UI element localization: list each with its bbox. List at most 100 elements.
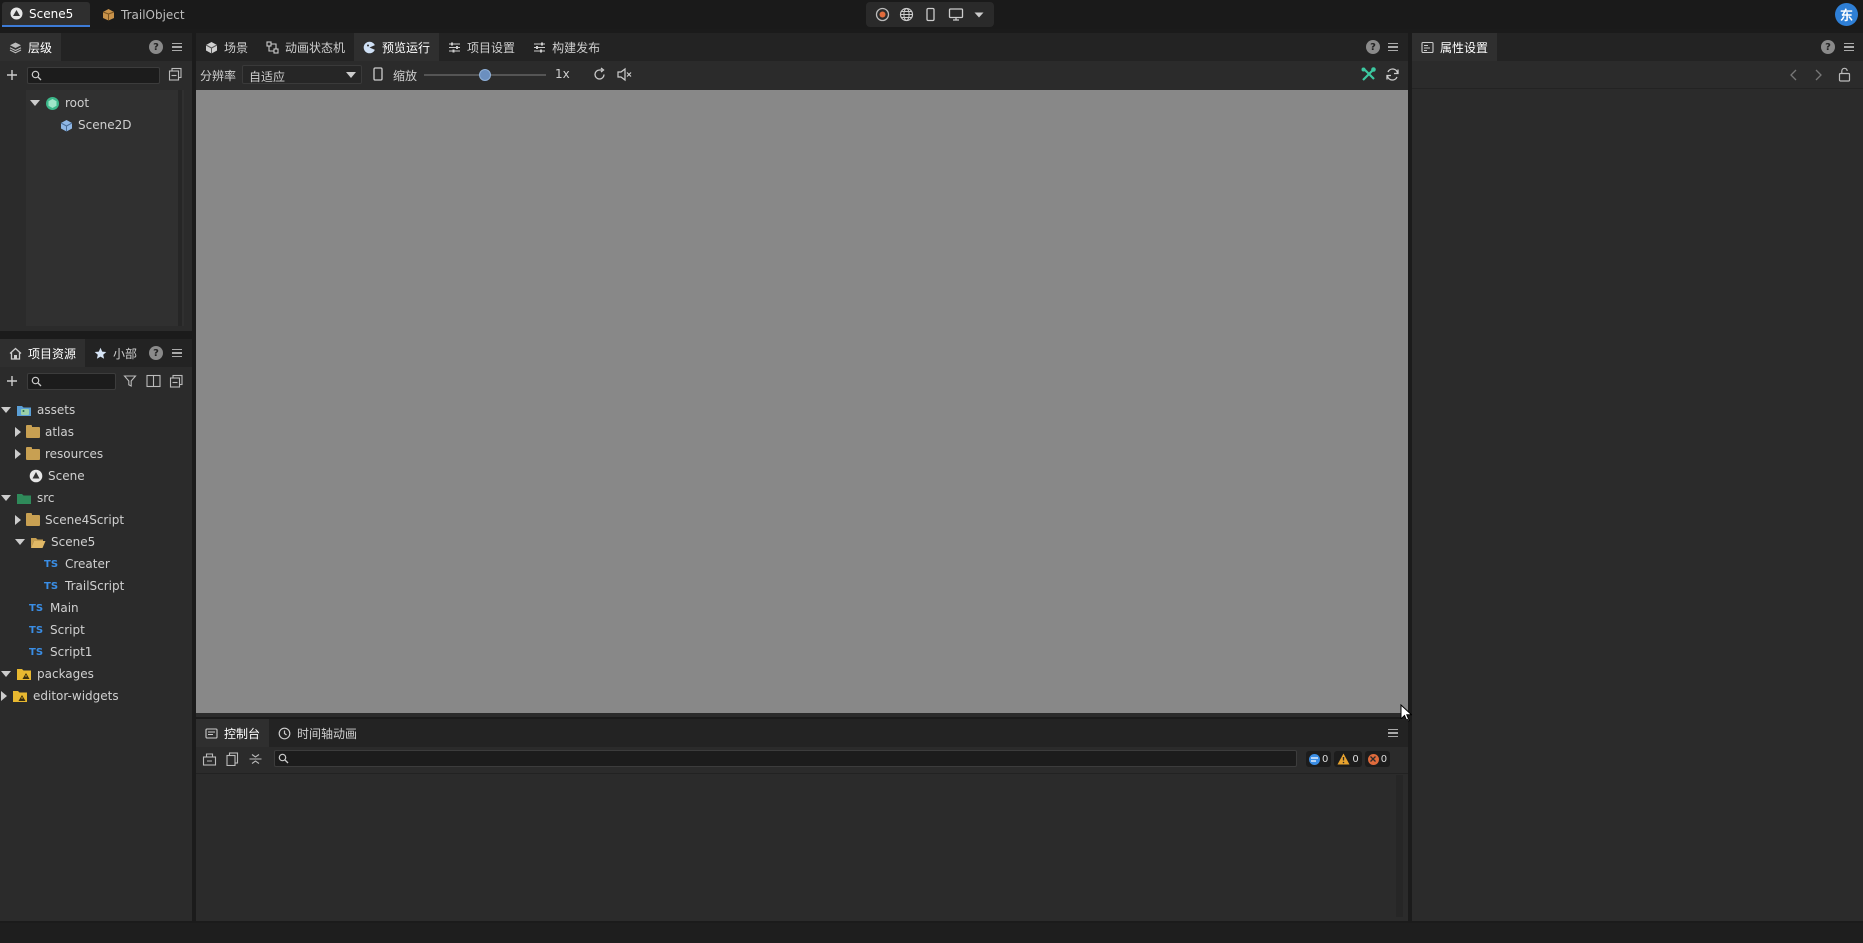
tree-item-scene4script[interactable]: Scene4Script — [15, 509, 124, 531]
preview-viewport[interactable] — [196, 90, 1408, 713]
zoom-label: 缩放 — [393, 69, 418, 83]
tree-item-resources[interactable]: resources — [15, 443, 103, 465]
tree-item-script1[interactable]: TS Script1 — [29, 641, 92, 663]
tab-build-publish[interactable]: 构建发布 — [524, 33, 609, 61]
warning-count-badge[interactable]: 0 — [1334, 751, 1362, 767]
assets-search-input[interactable] — [27, 373, 116, 390]
expand-toggle-icon[interactable] — [1, 407, 11, 413]
tree-node-root[interactable]: root — [30, 92, 89, 114]
console-scrollbar[interactable] — [1396, 775, 1403, 917]
expand-toggle-icon[interactable] — [30, 100, 40, 106]
doc-tab-label: Scene5 — [29, 6, 74, 21]
panel-menu-icon[interactable] — [1842, 40, 1856, 54]
hierarchy-scrollbar[interactable] — [178, 90, 182, 326]
package-folder-icon — [13, 691, 27, 702]
tree-item-packages[interactable]: packages — [1, 663, 94, 685]
expand-toggle-icon[interactable] — [15, 515, 21, 525]
tree-item-atlas[interactable]: atlas — [15, 421, 74, 443]
add-node-icon[interactable] — [6, 69, 18, 81]
tab-label: 预览运行 — [382, 40, 431, 55]
refresh-icon[interactable] — [592, 67, 607, 82]
tree-item-creater[interactable]: TS Creater — [44, 553, 110, 575]
collapse-all-icon[interactable] — [168, 67, 183, 82]
mute-icon[interactable] — [616, 67, 633, 82]
panel-menu-icon[interactable] — [1386, 726, 1400, 740]
package-folder-icon — [17, 669, 31, 680]
dropdown-icon[interactable] — [973, 9, 985, 21]
zoom-value: 1x — [555, 67, 570, 81]
tree-item-scene[interactable]: Scene — [29, 465, 85, 487]
doc-tab-trailobject[interactable]: TrailObject — [94, 2, 198, 27]
tree-item-main[interactable]: TS Main — [29, 597, 79, 619]
clear-console-icon[interactable] — [202, 752, 217, 766]
forward-icon[interactable] — [1814, 69, 1823, 81]
tree-item-script[interactable]: TS Script — [29, 619, 85, 641]
tab-project-settings[interactable]: 项目设置 — [439, 33, 524, 61]
help-icon[interactable]: ? — [149, 346, 163, 360]
doc-tab-label: TrailObject — [121, 7, 185, 22]
search-icon — [31, 70, 42, 81]
monitor-icon[interactable] — [948, 7, 964, 22]
assets-tabbar: 项目资源 小部 ? — [0, 339, 192, 367]
help-icon[interactable]: ? — [1366, 40, 1380, 54]
tree-item-trailscript[interactable]: TS TrailScript — [44, 575, 124, 597]
record-icon[interactable] — [875, 7, 890, 22]
hierarchy-tabbar: 层级 ? — [0, 33, 192, 61]
copy-icon[interactable] — [226, 752, 239, 766]
reload-icon[interactable] — [1385, 67, 1400, 82]
folder-open-icon — [31, 537, 46, 548]
lock-icon[interactable] — [1838, 67, 1851, 82]
tab-animation-state-machine[interactable]: 动画状态机 — [257, 33, 354, 61]
tab-properties[interactable]: 属性设置 — [1412, 33, 1498, 61]
tree-item-editor-widgets[interactable]: editor-widgets — [1, 685, 119, 707]
tab-widgets[interactable]: 小部 — [85, 339, 146, 367]
console-search-input[interactable] — [274, 750, 1297, 767]
panel-menu-icon[interactable] — [1386, 40, 1400, 54]
info-count-badge[interactable]: 0 — [1306, 751, 1332, 767]
resolution-select[interactable]: 自适应 — [242, 65, 362, 84]
phone-icon[interactable] — [923, 7, 938, 22]
back-icon[interactable] — [1789, 69, 1798, 81]
panel-menu-icon[interactable] — [170, 346, 184, 360]
console-icon — [205, 727, 218, 739]
expand-toggle-icon[interactable] — [1, 671, 11, 677]
filter-icon[interactable] — [123, 374, 137, 388]
tools-icon[interactable] — [1360, 66, 1377, 83]
help-icon[interactable]: ? — [149, 40, 163, 54]
assets-folder-icon — [17, 406, 31, 416]
expand-toggle-icon[interactable] — [15, 539, 25, 545]
help-icon[interactable]: ? — [1821, 40, 1835, 54]
item-label: Creater — [65, 557, 110, 571]
device-orientation-icon[interactable] — [373, 67, 383, 81]
tab-timeline-animation[interactable]: 时间轴动画 — [269, 719, 366, 747]
resolution-label: 分辨率 — [200, 69, 237, 83]
properties-icon — [1421, 41, 1434, 53]
expand-toggle-icon[interactable] — [1, 691, 7, 701]
user-avatar[interactable]: 东 — [1835, 3, 1858, 26]
doc-tab-scene5[interactable]: Scene5 — [2, 2, 90, 27]
tree-item-scene5[interactable]: Scene5 — [15, 531, 95, 553]
tree-item-assets[interactable]: assets — [1, 399, 75, 421]
expand-toggle-icon[interactable] — [15, 427, 21, 437]
zoom-slider-thumb[interactable] — [479, 69, 491, 81]
scene2d-node-icon — [60, 119, 73, 131]
tree-item-src[interactable]: src — [1, 487, 55, 509]
add-asset-icon[interactable] — [6, 375, 18, 387]
preview-toolbar: 分辨率 自适应 缩放 1x — [196, 61, 1408, 88]
tab-console[interactable]: 控制台 — [196, 719, 270, 747]
hierarchy-search-input[interactable] — [27, 67, 160, 84]
tree-node-scene2d[interactable]: Scene2D — [60, 114, 131, 136]
tab-hierarchy[interactable]: 层级 — [0, 33, 62, 61]
tab-scene[interactable]: 场景 — [196, 33, 257, 61]
error-count-badge[interactable]: 0 — [1364, 751, 1391, 767]
item-label: packages — [37, 667, 94, 681]
tab-preview-run[interactable]: 预览运行 — [354, 33, 440, 61]
tab-project-assets[interactable]: 项目资源 — [0, 339, 86, 367]
expand-toggle-icon[interactable] — [1, 495, 11, 501]
split-view-icon[interactable] — [146, 374, 161, 388]
collapse-all-icon[interactable] — [169, 374, 184, 389]
globe-icon[interactable] — [899, 7, 914, 22]
panel-menu-icon[interactable] — [170, 40, 184, 54]
expand-toggle-icon[interactable] — [15, 449, 21, 459]
collapse-logs-icon[interactable] — [248, 752, 263, 766]
